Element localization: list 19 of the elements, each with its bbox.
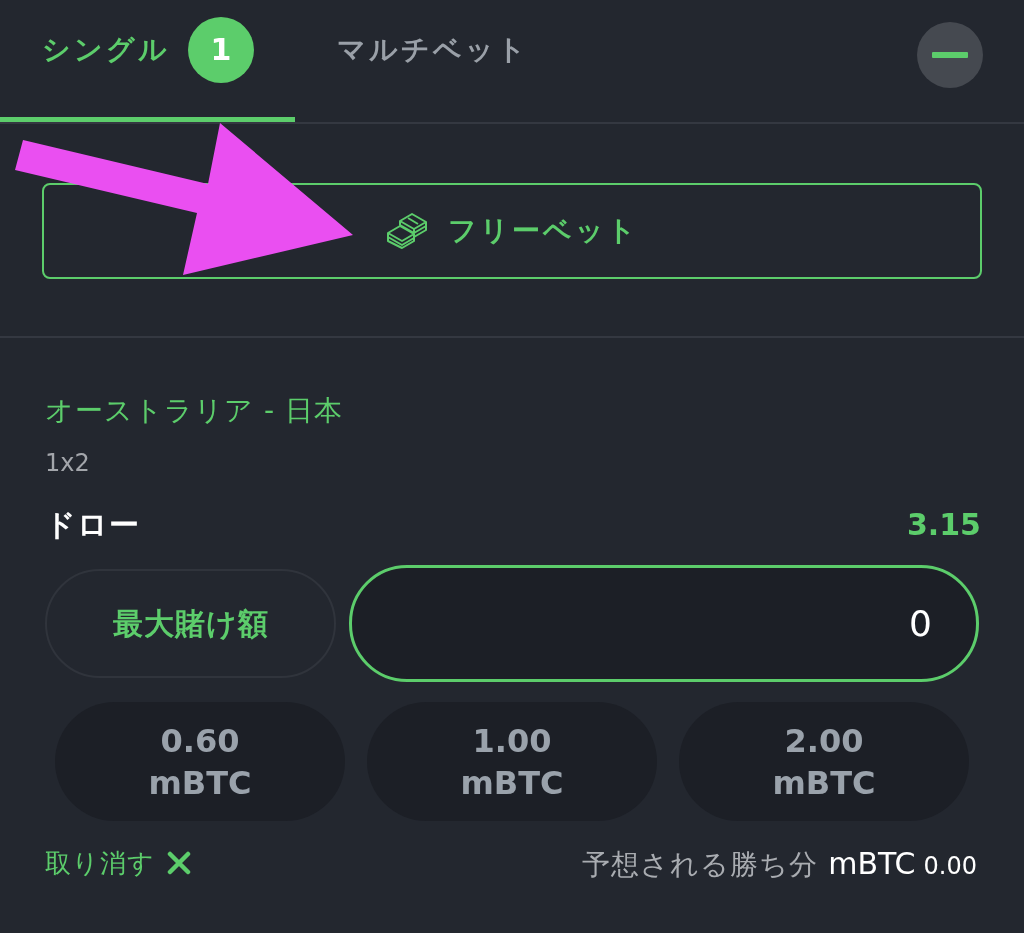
event-name: オーストラリア - 日本 (45, 393, 344, 429)
currency-label: mBTC (828, 844, 916, 883)
quick-stake-button[interactable]: 0.60 mBTC (55, 702, 345, 821)
cancel-button[interactable]: 取り消す (45, 843, 191, 883)
potential-win-label: 予想される勝ち分 (582, 846, 819, 883)
quick-stake-button[interactable]: 2.00 mBTC (679, 702, 969, 821)
odds-value: 3.15 (906, 506, 981, 544)
quick-stake-button[interactable]: 1.00 mBTC (367, 702, 657, 821)
tab[interactable]: シングル 1 (0, 0, 295, 122)
market-name: 1x2 (45, 448, 91, 479)
banknotes-icon (385, 213, 428, 249)
minus-icon (932, 52, 968, 58)
stake-input[interactable]: 0 (349, 565, 979, 682)
max-stake-button[interactable]: 最大賭け額 (45, 569, 336, 678)
selection-name: ドロー (45, 506, 140, 544)
close-icon (167, 851, 191, 875)
count-badge: 1 (188, 17, 254, 83)
tab[interactable]: マルチベット (295, 0, 529, 122)
potential-win-value: 0.00 (923, 850, 977, 882)
